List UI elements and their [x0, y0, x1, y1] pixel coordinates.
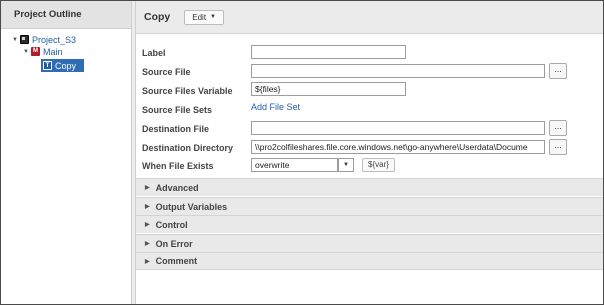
task-title: Copy — [144, 11, 171, 23]
destination-directory-input[interactable]: \\pro2colfileshares.file.core.windows.ne… — [251, 140, 545, 154]
tree-item-module[interactable]: ▼ M Main — [23, 45, 63, 58]
section-control[interactable]: ▶ Control — [136, 215, 603, 233]
outline-header: Project Outline — [1, 1, 131, 29]
section-comment[interactable]: ▶ Comment — [136, 252, 603, 270]
insert-variable-button[interactable]: ${var} — [362, 158, 395, 172]
section-label: Comment — [155, 256, 198, 266]
tree-item-task-label[interactable]: Copy — [55, 61, 76, 71]
label-field-label: Label — [142, 48, 166, 58]
tree-item-project-label[interactable]: Project_S3 — [32, 35, 76, 45]
destination-file-input[interactable] — [251, 121, 545, 135]
edit-button-label: Edit — [192, 12, 207, 22]
expand-arrow-icon: ▶ — [145, 241, 150, 247]
source-file-input[interactable] — [251, 64, 545, 78]
edit-dropdown-button[interactable]: Edit ▼ — [184, 9, 224, 25]
task-header: Copy Edit ▼ — [136, 1, 603, 34]
expand-arrow-icon: ▶ — [145, 204, 150, 210]
task-icon: T — [43, 61, 52, 70]
section-output-variables[interactable]: ▶ Output Variables — [136, 197, 603, 215]
source-file-sets-label: Source File Sets — [142, 105, 213, 115]
section-label: Control — [155, 219, 188, 230]
source-files-variable-input[interactable]: ${files} — [251, 82, 406, 96]
when-file-exists-label: When File Exists — [142, 161, 214, 171]
collapse-toggle-icon[interactable]: ▼ — [23, 49, 31, 55]
source-file-label: Source File — [142, 67, 191, 77]
destination-file-browse-button[interactable]: ... — [549, 120, 567, 136]
section-label: On Error — [155, 238, 193, 249]
expand-arrow-icon: ▶ — [145, 222, 150, 228]
tree-item-module-label[interactable]: Main — [43, 47, 63, 57]
task-form: Label Source File ... Source Files Varia… — [136, 34, 603, 177]
add-file-set-link[interactable]: Add File Set — [251, 102, 300, 112]
source-file-browse-button[interactable]: ... — [549, 63, 567, 79]
destination-directory-browse-button[interactable]: ... — [549, 139, 567, 155]
task-editor-panel: Copy Edit ▼ Label Source File ... Source… — [136, 1, 603, 304]
project-outline-panel: Project Outline ▼ Project_S3 ▼ M Main T … — [1, 1, 132, 304]
tree-item-task-selected[interactable]: T Copy — [41, 59, 85, 72]
source-files-variable-label: Source Files Variable — [142, 86, 233, 96]
expand-arrow-icon: ▶ — [145, 258, 150, 265]
section-on-error[interactable]: ▶ On Error — [136, 234, 603, 252]
module-icon: M — [31, 47, 40, 56]
project-icon — [20, 35, 29, 44]
section-advanced[interactable]: ▶ Advanced — [136, 178, 603, 196]
expand-arrow-icon: ▶ — [145, 185, 150, 191]
section-label: Advanced — [155, 182, 199, 193]
tree-item-task-copy[interactable]: T Copy — [41, 59, 85, 72]
chevron-down-icon[interactable]: ▼ — [338, 158, 354, 172]
when-file-exists-select[interactable]: overwrite — [251, 158, 338, 172]
collapse-toggle-icon[interactable]: ▼ — [12, 37, 20, 43]
section-label: Output Variables — [155, 201, 228, 212]
caret-down-icon: ▼ — [210, 14, 216, 20]
destination-directory-label: Destination Directory — [142, 143, 234, 153]
destination-file-label: Destination File — [142, 124, 210, 134]
label-input[interactable] — [251, 45, 406, 59]
